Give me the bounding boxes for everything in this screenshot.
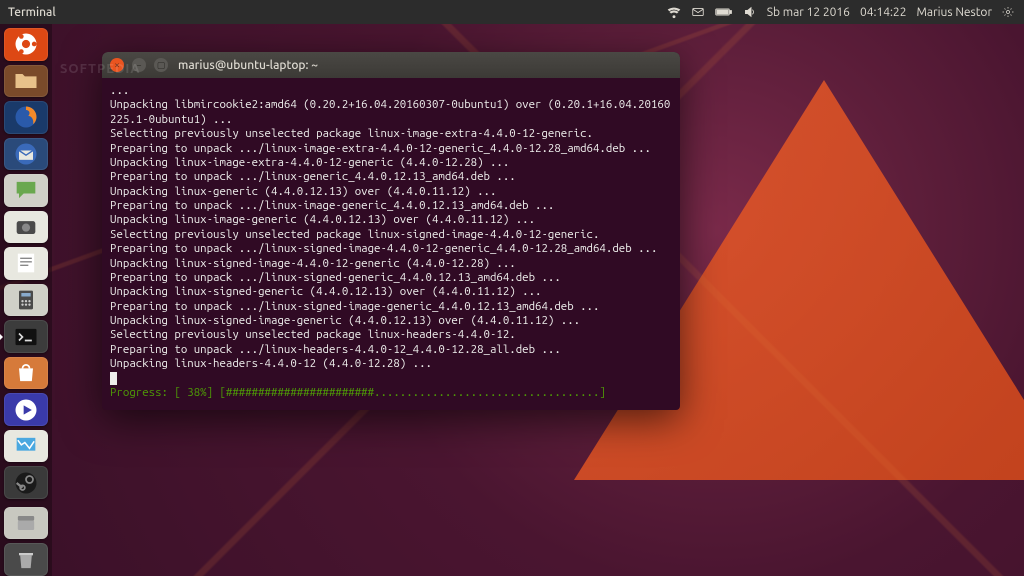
maximize-button[interactable]: ▢	[154, 58, 168, 72]
window-titlebar[interactable]: × − ▢ marius@ubuntu-laptop: ~	[102, 52, 680, 78]
launcher-text-editor[interactable]	[4, 247, 48, 280]
launcher-firefox[interactable]	[4, 101, 48, 134]
active-app-name[interactable]: Terminal	[0, 6, 56, 19]
launcher-steam[interactable]	[4, 466, 48, 499]
close-button[interactable]: ×	[110, 58, 124, 72]
terminal-output[interactable]: ... Unpacking libmircookie2:amd64 (0.20.…	[102, 78, 680, 410]
battery-icon[interactable]	[715, 6, 733, 18]
window-title: marius@ubuntu-laptop: ~	[168, 59, 318, 72]
indicator-area: Sb mar 12 2016 04:14:22 Marius Nestor	[667, 5, 1024, 19]
terminal-window[interactable]: × − ▢ marius@ubuntu-laptop: ~ ... Unpack…	[102, 52, 680, 410]
clock-date[interactable]: Sb mar 12 2016	[767, 6, 850, 19]
session-gear-icon[interactable]	[1002, 6, 1014, 18]
launcher-camera[interactable]	[4, 211, 48, 244]
top-menu-bar: Terminal Sb mar 12 2016 04:14:22 Marius …	[0, 0, 1024, 24]
clock-time[interactable]: 04:14:22	[860, 6, 907, 19]
launcher-calculator[interactable]	[4, 284, 48, 317]
launcher-dash-home[interactable]	[4, 28, 48, 61]
launcher-archive[interactable]	[4, 507, 48, 540]
user-menu[interactable]: Marius Nestor	[916, 6, 992, 19]
volume-icon[interactable]	[743, 5, 757, 19]
launcher-files[interactable]	[4, 65, 48, 98]
launcher-terminal[interactable]	[4, 320, 48, 353]
launcher-monitor[interactable]	[4, 430, 48, 463]
unity-launcher	[0, 24, 52, 576]
network-icon[interactable]	[667, 5, 681, 19]
launcher-thunderbird[interactable]	[4, 138, 48, 171]
launcher-software[interactable]	[4, 357, 48, 390]
mail-icon[interactable]	[691, 5, 705, 19]
launcher-movie[interactable]	[4, 393, 48, 426]
launcher-chat[interactable]	[4, 174, 48, 207]
apt-progress-line: Progress: [ 38%] [######################…	[110, 386, 606, 399]
minimize-button[interactable]: −	[132, 58, 146, 72]
launcher-trash[interactable]	[4, 543, 48, 576]
terminal-cursor	[110, 372, 117, 385]
